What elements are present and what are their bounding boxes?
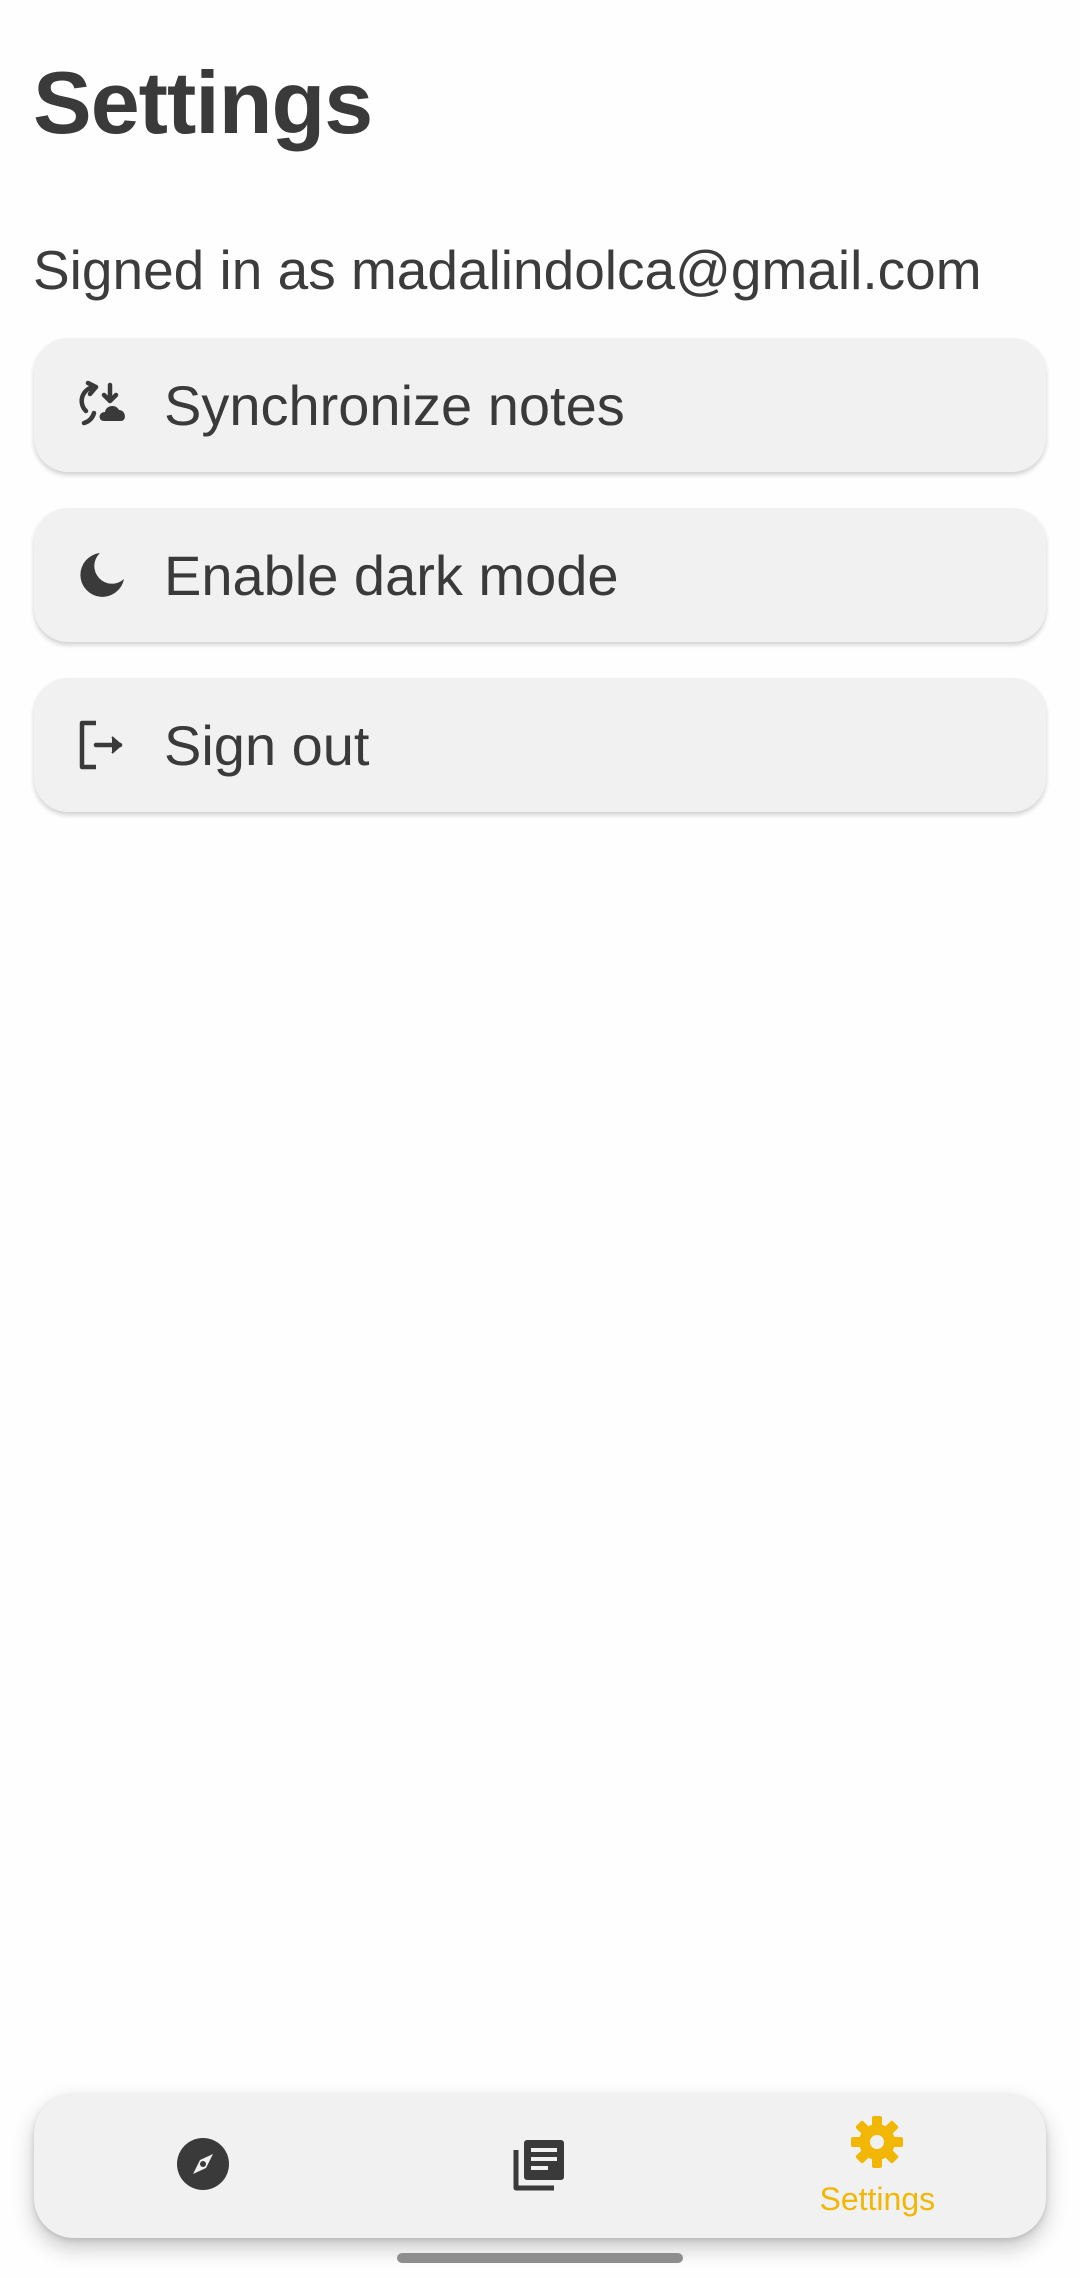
synchronize-notes-button[interactable]: Synchronize notes: [34, 338, 1046, 472]
nav-item-explore[interactable]: [34, 2094, 371, 2238]
synchronize-notes-label: Synchronize notes: [164, 373, 625, 437]
logout-icon: [74, 717, 130, 773]
home-indicator-bar[interactable]: [397, 2253, 683, 2263]
nav-item-notes[interactable]: [371, 2094, 708, 2238]
sign-out-button[interactable]: Sign out: [34, 678, 1046, 812]
moon-icon: [74, 547, 130, 603]
enable-dark-mode-button[interactable]: Enable dark mode: [34, 508, 1046, 642]
signed-in-account-text: Signed in as madalindolca@gmail.com: [33, 239, 982, 301]
sign-out-label: Sign out: [164, 713, 370, 777]
nav-item-settings-label: Settings: [819, 2181, 936, 2217]
notes-icon: [510, 2134, 570, 2199]
page-title: Settings: [33, 53, 373, 152]
enable-dark-mode-label: Enable dark mode: [164, 543, 619, 607]
gear-icon: [849, 2114, 905, 2175]
compass-icon: [173, 2134, 233, 2199]
nav-item-settings[interactable]: Settings: [709, 2094, 1046, 2238]
settings-screen: Settings Signed in as madalindolca@gmail…: [0, 0, 1080, 2278]
settings-options-list: Synchronize notes Enable dark mode Sign …: [34, 338, 1046, 848]
sync-cloud-icon: [74, 377, 130, 433]
bottom-navigation-bar: Settings: [34, 2094, 1046, 2238]
